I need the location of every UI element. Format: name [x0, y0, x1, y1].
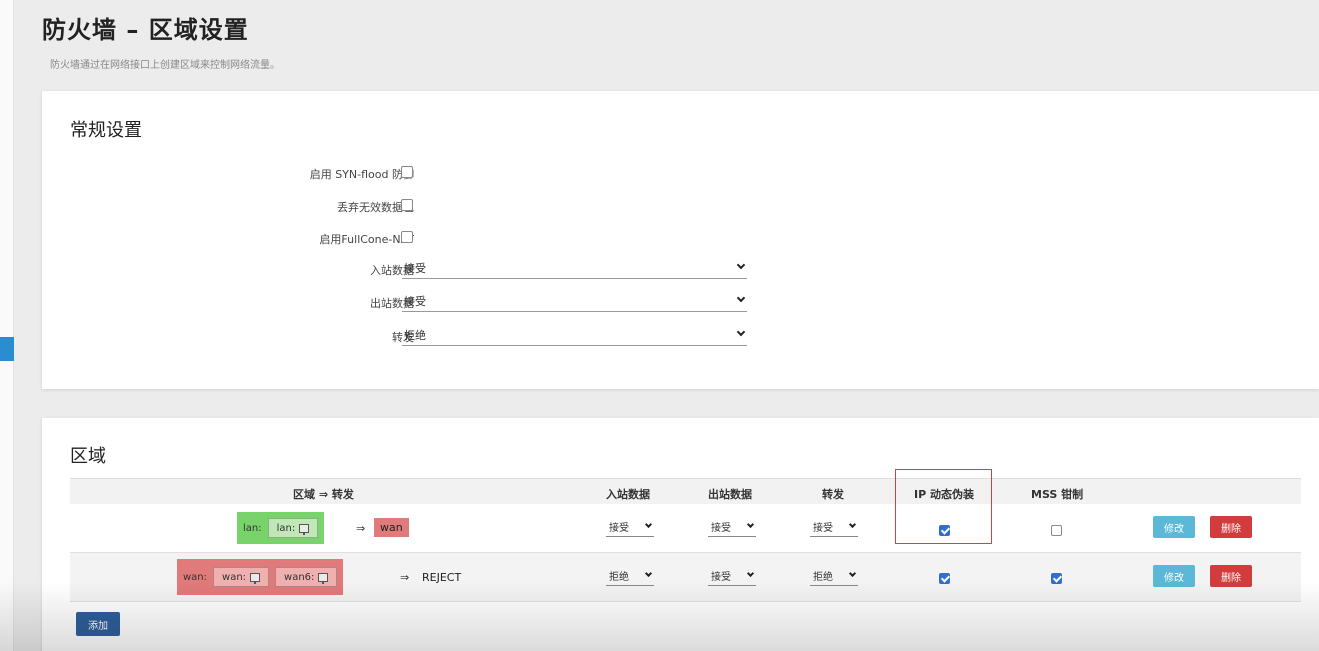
fullcone-row: 启用FullCone-NAT: [42, 227, 802, 251]
row-input-value: 拒绝: [609, 572, 629, 583]
interface-name: lan:: [276, 522, 296, 534]
forward-row: 转发 拒绝: [42, 324, 802, 348]
row-forward-select[interactable]: 接受: [810, 517, 858, 537]
network-port-icon: [318, 572, 329, 584]
row-output-select[interactable]: 接受: [708, 517, 756, 537]
zones-table-header: 区域 ⇒ 转发 入站数据 出站数据 转发 IP 动态伪装 MSS 钳制: [70, 478, 1301, 504]
syn-flood-label: 启用 SYN-flood 防御: [309, 168, 414, 181]
zones-card: 区域 区域 ⇒ 转发 入站数据 出站数据 转发 IP 动态伪装 MSS 钳制 l…: [42, 418, 1319, 651]
header-mss: MSS 钳制: [1031, 488, 1084, 501]
edit-button[interactable]: 修改: [1153, 565, 1195, 587]
drop-invalid-row: 丢弃无效数据包: [42, 195, 802, 219]
zone-forward-dest: wan: [374, 518, 409, 537]
input-select-value: 接受: [404, 262, 426, 275]
row-output-select[interactable]: 接受: [708, 566, 756, 586]
syn-flood-row: 启用 SYN-flood 防御: [42, 162, 802, 186]
input-select[interactable]: 接受: [402, 257, 747, 279]
zone-lan-box[interactable]: lan: lan:: [237, 512, 325, 544]
row-input-select[interactable]: 接受: [606, 517, 654, 537]
chevron-down-icon: [644, 520, 653, 529]
side-strip: [0, 0, 14, 651]
highlight-annotation: [895, 469, 992, 544]
forward-select-value: 拒绝: [404, 329, 426, 342]
row-output-value: 接受: [711, 523, 731, 534]
mss-checkbox[interactable]: [1051, 525, 1062, 536]
table-row: lan: lan: ⇒ wan 接受 接受 接受 修改 删除: [70, 504, 1301, 553]
general-settings-title: 常规设置: [70, 120, 142, 141]
header-forward: 转发: [822, 488, 844, 501]
chevron-down-icon: [848, 520, 857, 529]
header-zone-forward: 区域 ⇒ 转发: [293, 488, 354, 501]
chevron-down-icon: [848, 569, 857, 578]
zone-interface: wan6:: [275, 567, 338, 587]
page-title: 防火墙 – 区域设置: [42, 16, 249, 44]
nav-active-marker: [0, 337, 14, 361]
output-row: 出站数据 接受: [42, 290, 802, 314]
output-select[interactable]: 接受: [402, 290, 747, 312]
network-port-icon: [299, 523, 310, 535]
network-port-icon: [250, 572, 261, 584]
output-select-value: 接受: [404, 295, 426, 308]
forward-select[interactable]: 拒绝: [402, 324, 747, 346]
chevron-down-icon: [736, 293, 746, 303]
drop-invalid-checkbox[interactable]: [401, 199, 413, 211]
chevron-down-icon: [736, 260, 746, 270]
zone-forward-dest: REJECT: [422, 571, 462, 584]
interface-name: wan:: [222, 571, 247, 583]
fullcone-label: 启用FullCone-NAT: [319, 233, 414, 246]
row-output-value: 接受: [711, 572, 731, 583]
zone-interface: lan:: [267, 518, 319, 538]
syn-flood-checkbox[interactable]: [401, 166, 413, 178]
header-output: 出站数据: [708, 488, 752, 501]
input-row: 入站数据 接受: [42, 257, 802, 281]
delete-button[interactable]: 删除: [1210, 516, 1252, 538]
chevron-down-icon: [746, 520, 755, 529]
arrow-icon: ⇒: [356, 522, 366, 535]
edit-button[interactable]: 修改: [1153, 516, 1195, 538]
zones-title: 区域: [70, 446, 106, 467]
page-description: 防火墙通过在网络接口上创建区域来控制网络流量。: [50, 60, 280, 71]
mss-checkbox[interactable]: [1051, 573, 1062, 584]
zone-interface: wan:: [213, 567, 270, 587]
masq-checkbox[interactable]: [939, 573, 950, 584]
zone-name: wan:: [183, 571, 208, 583]
add-zone-button[interactable]: 添加: [76, 612, 120, 636]
chevron-down-icon: [746, 569, 755, 578]
row-forward-value: 拒绝: [813, 572, 833, 583]
row-forward-select[interactable]: 拒绝: [810, 566, 858, 586]
chevron-down-icon: [736, 327, 746, 337]
interface-name: wan6:: [284, 571, 315, 583]
arrow-icon: ⇒: [400, 571, 410, 584]
table-row: wan: wan: wan6: ⇒ REJECT 拒绝 接受 拒绝 修改 删除: [70, 553, 1301, 602]
zones-table: 区域 ⇒ 转发 入站数据 出站数据 转发 IP 动态伪装 MSS 钳制 lan:…: [70, 478, 1301, 602]
zone-wan-box[interactable]: wan: wan: wan6:: [177, 559, 344, 595]
header-input: 入站数据: [606, 488, 650, 501]
fullcone-checkbox[interactable]: [401, 231, 413, 243]
row-forward-value: 接受: [813, 523, 833, 534]
delete-button[interactable]: 删除: [1210, 565, 1252, 587]
row-input-select[interactable]: 拒绝: [606, 566, 654, 586]
row-input-value: 接受: [609, 523, 629, 534]
general-settings-card: 常规设置 启用 SYN-flood 防御 丢弃无效数据包 启用FullCone-…: [42, 91, 1319, 389]
chevron-down-icon: [644, 569, 653, 578]
zone-name: lan:: [243, 522, 262, 534]
